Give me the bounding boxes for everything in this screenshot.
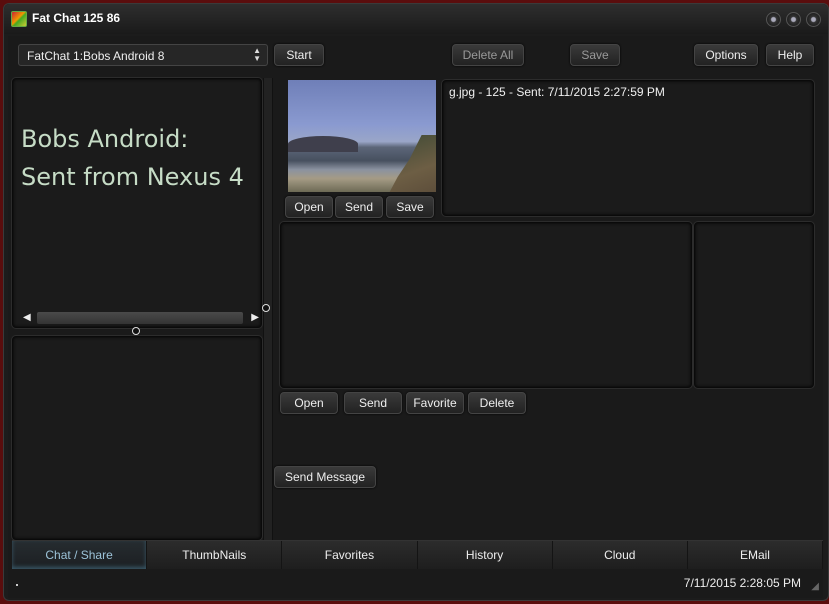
tab-favorites[interactable]: Favorites xyxy=(282,541,418,569)
image-send-button[interactable]: Send xyxy=(335,196,383,218)
image-info-text: g.jpg - 125 - Sent: 7/11/2015 2:27:59 PM xyxy=(449,85,665,99)
chat-display[interactable]: Bobs Android: Sent from Nexus 4 ◀ ▶ xyxy=(12,78,262,328)
bottom-tab-bar: Chat / Share ThumbNails Favorites Histor… xyxy=(12,540,824,569)
save-button[interactable]: Save xyxy=(570,44,620,66)
tab-thumbnails[interactable]: ThumbNails xyxy=(147,541,283,569)
maximize-icon[interactable] xyxy=(786,12,801,27)
chat-line: Bobs Android: xyxy=(21,125,189,153)
chat-input[interactable] xyxy=(12,336,262,540)
status-indicator xyxy=(16,584,18,586)
send-message-button[interactable]: Send Message xyxy=(274,466,376,488)
options-button[interactable]: Options xyxy=(694,44,758,66)
photo-cliff xyxy=(388,135,436,192)
delete-button[interactable]: Delete xyxy=(468,392,526,414)
scroll-left-icon[interactable]: ◀ xyxy=(23,312,31,323)
vertical-splitter-grip[interactable] xyxy=(262,304,270,312)
file-open-button[interactable]: Open xyxy=(280,392,338,414)
horizontal-scrollbar[interactable]: ◀ ▶ xyxy=(21,311,259,325)
image-open-button[interactable]: Open xyxy=(285,196,333,218)
app-window: Fat Chat 125 86 FatChat 1:Bobs Android 8… xyxy=(3,3,829,601)
app-logo-icon xyxy=(11,11,27,27)
chat-line: Sent from Nexus 4 xyxy=(21,163,244,191)
tab-cloud[interactable]: Cloud xyxy=(553,541,688,569)
contact-select-value: FatChat 1:Bobs Android 8 xyxy=(27,49,165,63)
tab-chat-share[interactable]: Chat / Share xyxy=(12,541,148,569)
scrollbar-thumb[interactable] xyxy=(37,312,243,324)
status-time: 7/11/2015 2:28:05 PM xyxy=(683,576,801,590)
close-icon[interactable] xyxy=(806,12,821,27)
resize-grip-icon[interactable]: ◢ xyxy=(811,581,819,592)
image-info-panel: g.jpg - 125 - Sent: 7/11/2015 2:27:59 PM xyxy=(442,80,814,216)
tab-history[interactable]: History xyxy=(418,541,553,569)
contact-select[interactable]: FatChat 1:Bobs Android 8 ▲ ▼ xyxy=(18,44,268,66)
status-bar: 7/11/2015 2:28:05 PM ◢ xyxy=(12,570,823,596)
favorite-button[interactable]: Favorite xyxy=(406,392,464,414)
image-save-button[interactable]: Save xyxy=(386,196,434,218)
tab-email[interactable]: EMail xyxy=(688,541,824,569)
file-list-panel[interactable] xyxy=(280,222,692,388)
help-button[interactable]: Help xyxy=(766,44,814,66)
file-send-button[interactable]: Send xyxy=(344,392,402,414)
delete-all-button[interactable]: Delete All xyxy=(452,44,524,66)
window-title: Fat Chat 125 86 xyxy=(32,11,121,25)
scroll-right-icon[interactable]: ▶ xyxy=(251,312,259,323)
image-thumbnail[interactable] xyxy=(288,80,436,192)
client-area: FatChat 1:Bobs Android 8 ▲ ▼ Start Delete… xyxy=(8,36,824,598)
minimize-icon[interactable] xyxy=(766,12,781,27)
photo-hill xyxy=(288,136,358,152)
start-button[interactable]: Start xyxy=(274,44,324,66)
title-bar[interactable]: Fat Chat 125 86 xyxy=(4,4,828,34)
updown-arrows-icon: ▲ ▼ xyxy=(253,46,261,63)
horizontal-splitter-grip[interactable] xyxy=(132,327,140,335)
file-preview-panel xyxy=(694,222,814,388)
